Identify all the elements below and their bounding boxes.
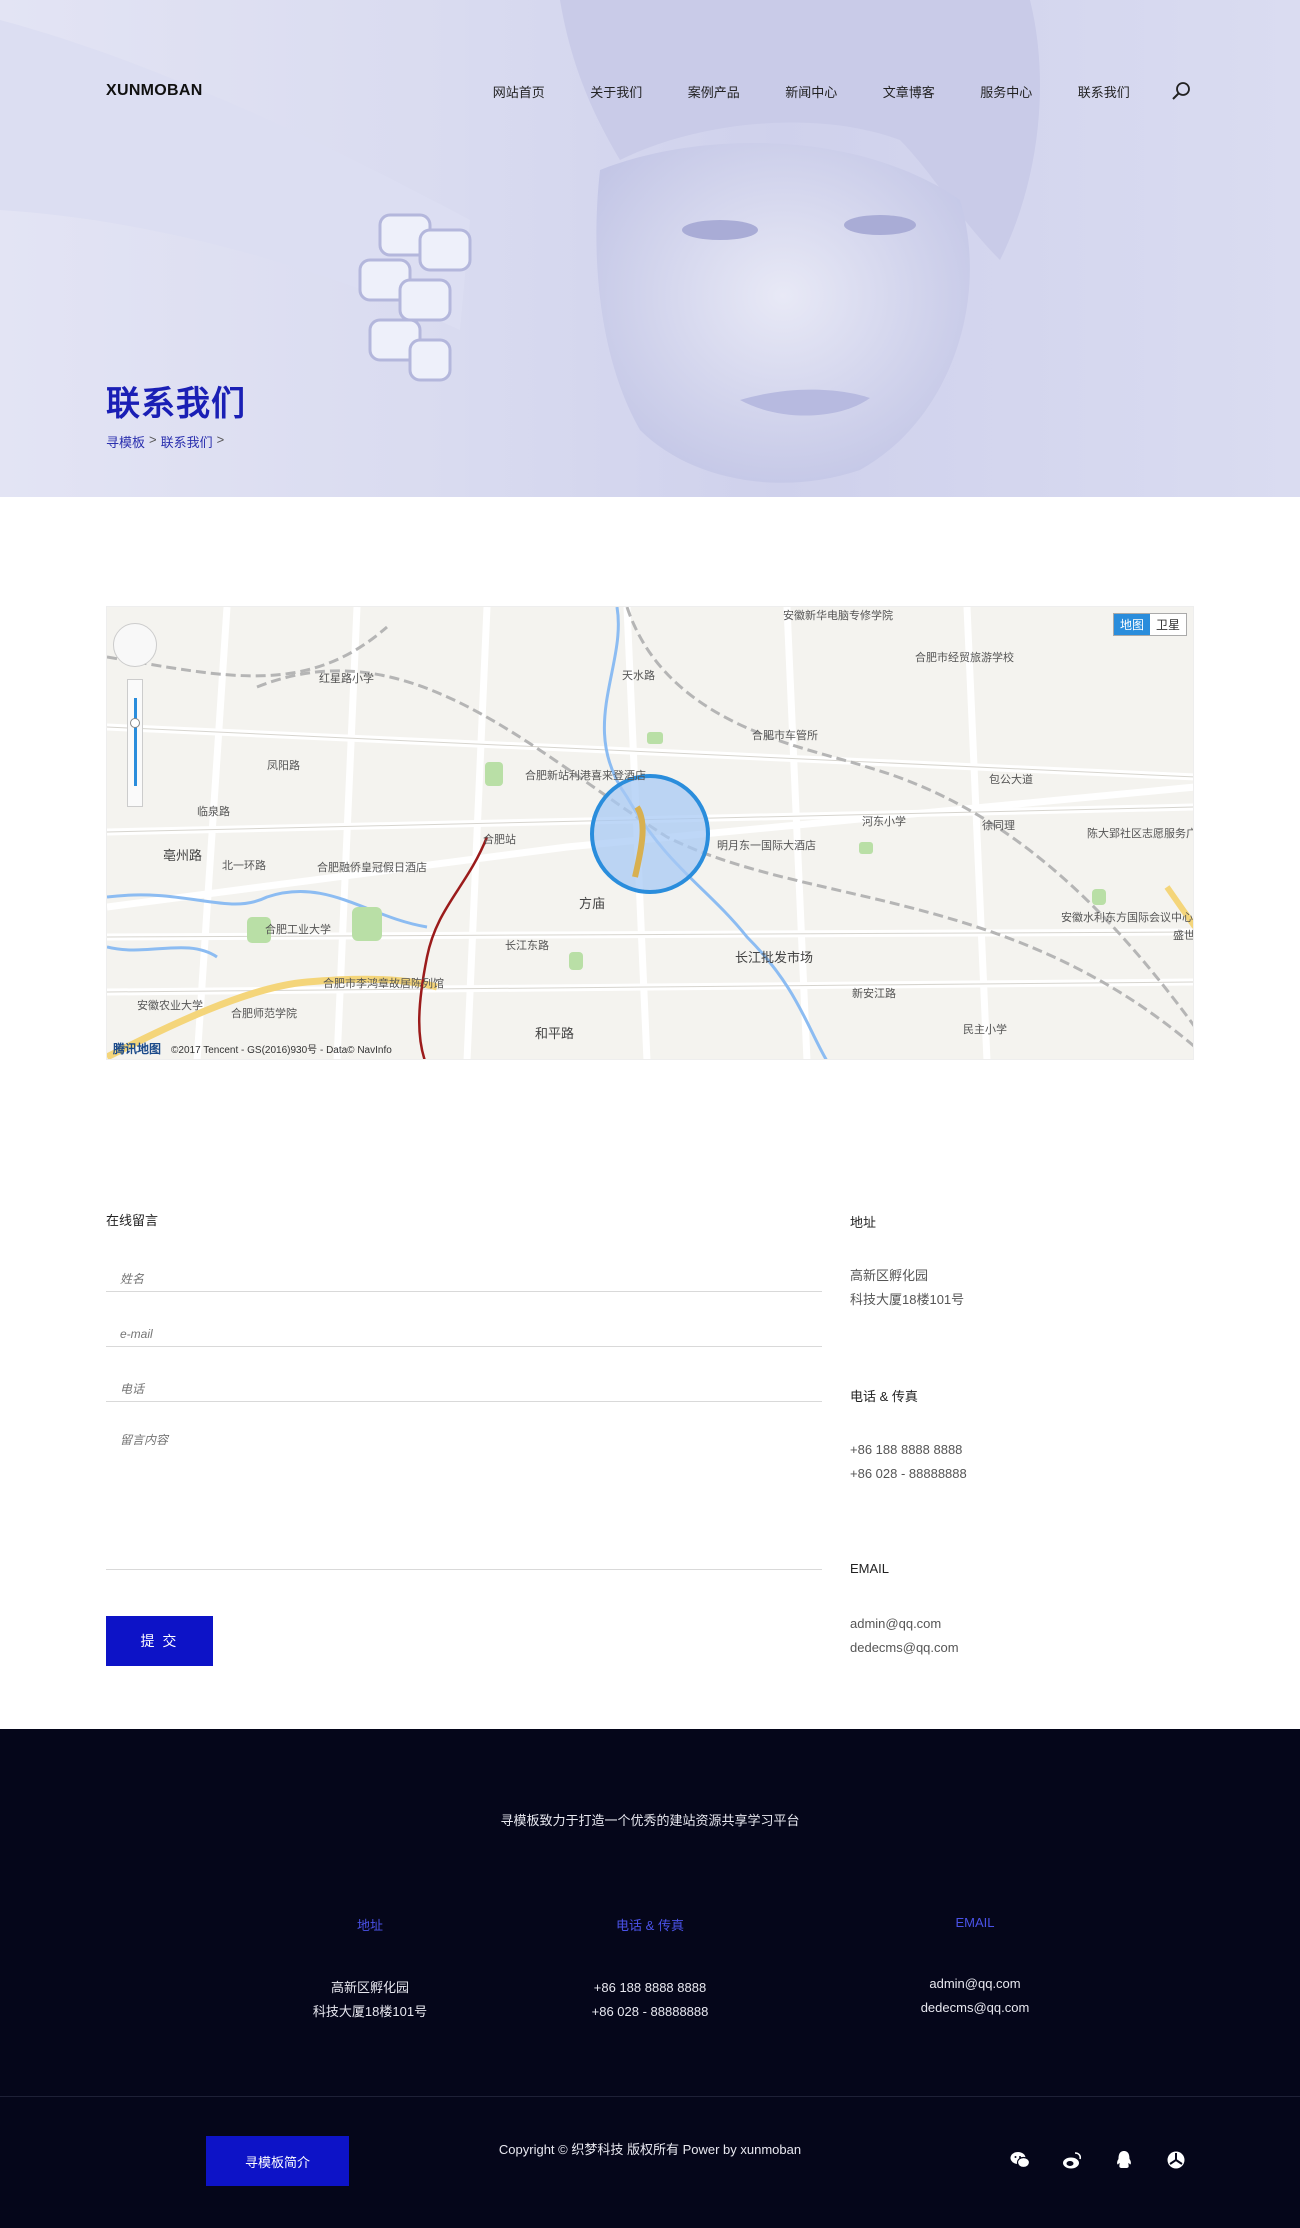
footer-phone-line: +86 188 8888 8888 [593, 1980, 707, 1995]
map-zoom-track [134, 698, 137, 786]
map-credit: 腾讯地图 ©2017 Tencent - GS(2016)930号 - Data… [113, 1040, 392, 1057]
copyright-text: Copyright © 织梦科技 版权所有 Power by xunmoban [498, 2142, 802, 2157]
map-label: 民主小学 [963, 1024, 1007, 1036]
email-input[interactable] [106, 1307, 822, 1347]
footer-email-line[interactable]: dedecms@qq.com [845, 1996, 1105, 2020]
map-label: 亳州路 [163, 848, 203, 863]
phone-line: +86 028 - 88888888 [850, 1466, 967, 1481]
map-label: 合肥工业大学 [265, 924, 331, 936]
breadcrumb-separator: > [149, 432, 157, 447]
email-line[interactable]: dedecms@qq.com [850, 1636, 959, 1660]
nav-item-blog[interactable]: 文章博客 [860, 82, 958, 101]
email-text: admin@qq.com dedecms@qq.com [850, 1612, 959, 1660]
form-title: 在线留言 [106, 1213, 159, 1228]
map-type-map-button[interactable]: 地图 [1113, 614, 1150, 635]
map-label: 合肥师范学院 [231, 1008, 297, 1020]
site-logo[interactable]: XUNMOBAN [106, 82, 203, 100]
weibo-icon[interactable] [1061, 2149, 1083, 2171]
map-label: 合肥市李鸿章故居陈列馆 [323, 978, 444, 990]
breadcrumb-contact[interactable]: 联系我们 [161, 432, 213, 451]
footer-address-column: 地址 高新区孵化园 科技大厦18楼101号 [240, 1915, 500, 2024]
footer-divider [0, 2096, 1300, 2097]
nav-item-cases[interactable]: 案例产品 [665, 82, 763, 101]
map-label: 合肥新站利港喜来登酒店 [525, 770, 646, 782]
map-label: 凤阳路 [267, 760, 300, 772]
address-heading: 地址 [850, 1215, 877, 1230]
nav-item-about[interactable]: 关于我们 [568, 82, 666, 101]
map-label: 陈大郢社区志愿服务广场 [1087, 828, 1193, 840]
phone-input[interactable] [106, 1362, 822, 1402]
wechat-icon[interactable] [1009, 2149, 1031, 2171]
email-heading: EMAIL [850, 1561, 890, 1576]
address-text: 高新区孵化园 科技大厦18楼101号 [850, 1264, 964, 1312]
location-map[interactable]: 安徽新华电脑专修学院 合肥市经贸旅游学校 红星路小学 合肥市车管所 合肥新站利港… [106, 606, 1194, 1060]
footer-slogan: 寻模板致力于打造一个优秀的建站资源共享学习平台 [500, 1813, 800, 1828]
map-label: 盛世 [1173, 930, 1194, 942]
submit-button[interactable]: 提 交 [106, 1616, 213, 1666]
footer-phone-column: 电话 & 传真 +86 188 8888 8888 +86 028 - 8888… [520, 1915, 780, 2024]
map-label: 合肥站 [483, 834, 516, 846]
nav-item-contact[interactable]: 联系我们 [1055, 82, 1153, 101]
map-label: 安徽水利东方国际会议中心 [1061, 912, 1193, 924]
map-label: 长江东路 [505, 940, 549, 952]
breadcrumb: 寻模板 > 联系我们 > [106, 432, 224, 451]
address-line: 高新区孵化园 [850, 1268, 929, 1283]
footer-email-column: EMAIL admin@qq.com dedecms@qq.com [845, 1915, 1105, 2020]
map-label: 徐同理 [982, 820, 1015, 832]
phone-line: +86 188 8888 8888 [850, 1442, 963, 1457]
nav-item-news[interactable]: 新闻中心 [763, 82, 861, 101]
footer-email-line[interactable]: admin@qq.com [845, 1972, 1105, 1996]
breadcrumb-home[interactable]: 寻模板 [106, 432, 145, 451]
map-label: 新安江路 [852, 988, 896, 1000]
map-label: 合肥市经贸旅游学校 [915, 652, 1014, 664]
map-label: 安徽农业大学 [137, 1000, 203, 1012]
map-type-satellite-button[interactable]: 卫星 [1150, 614, 1186, 635]
map-pan-control[interactable] [113, 623, 157, 667]
map-copyright: ©2017 Tencent - GS(2016)930号 - Data© Nav… [171, 1045, 392, 1056]
footer-phone-line: +86 028 - 88888888 [591, 2004, 709, 2019]
qq-icon[interactable] [1113, 2149, 1135, 2171]
message-textarea[interactable] [106, 1417, 822, 1570]
map-label: 合肥融侨皇冠假日酒店 [317, 862, 427, 874]
email-line[interactable]: admin@qq.com [850, 1612, 959, 1636]
map-label: 方庙 [579, 896, 606, 911]
site-footer: 寻模板致力于打造一个优秀的建站资源共享学习平台 地址 高新区孵化园 科技大厦18… [0, 1729, 1300, 2228]
map-label: 明月东一国际大酒店 [717, 840, 816, 852]
footer-address-line: 科技大厦18楼101号 [312, 2004, 428, 2019]
breadcrumb-separator: > [216, 432, 225, 447]
footer-address-line: 高新区孵化园 [330, 1980, 409, 1995]
main-nav: 网站首页 关于我们 案例产品 新闻中心 文章博客 服务中心 联系我们 [470, 82, 1153, 101]
phone-heading: 电话 & 传真 [850, 1389, 918, 1404]
phone-text: +86 188 8888 8888 +86 028 - 88888888 [850, 1438, 967, 1486]
footer-email-heading: EMAIL [955, 1915, 995, 1930]
search-icon[interactable] [1170, 80, 1192, 102]
page-title: 联系我们 [106, 385, 246, 423]
map-label: 合肥市车管所 [752, 730, 818, 742]
map-label: 天水路 [622, 670, 655, 682]
map-zoom-handle[interactable] [130, 718, 140, 728]
footer-address-heading: 地址 [356, 1918, 383, 1933]
name-input[interactable] [106, 1252, 822, 1292]
share-icon[interactable] [1165, 2149, 1187, 2171]
map-type-toggle: 地图 卫星 [1112, 613, 1187, 636]
map-label: 和平路 [535, 1026, 575, 1041]
map-brand-logo: 腾讯地图 [113, 1042, 162, 1056]
map-label: 临泉路 [197, 806, 230, 818]
map-label: 河东小学 [862, 816, 906, 828]
map-label: 北一环路 [222, 860, 266, 872]
hero-banner: XUNMOBAN 网站首页 关于我们 案例产品 新闻中心 文章博客 服务中心 联… [0, 0, 1300, 497]
nav-item-home[interactable]: 网站首页 [470, 82, 568, 101]
address-line: 科技大厦18楼101号 [850, 1292, 965, 1307]
map-label: 安徽新华电脑专修学院 [783, 610, 893, 622]
map-label: 长江批发市场 [735, 950, 814, 965]
map-zoom-slider[interactable] [127, 679, 143, 807]
map-label: 包公大道 [989, 774, 1033, 786]
footer-phone-heading: 电话 & 传真 [616, 1918, 684, 1933]
nav-item-service[interactable]: 服务中心 [958, 82, 1056, 101]
map-label: 红星路小学 [319, 673, 374, 685]
